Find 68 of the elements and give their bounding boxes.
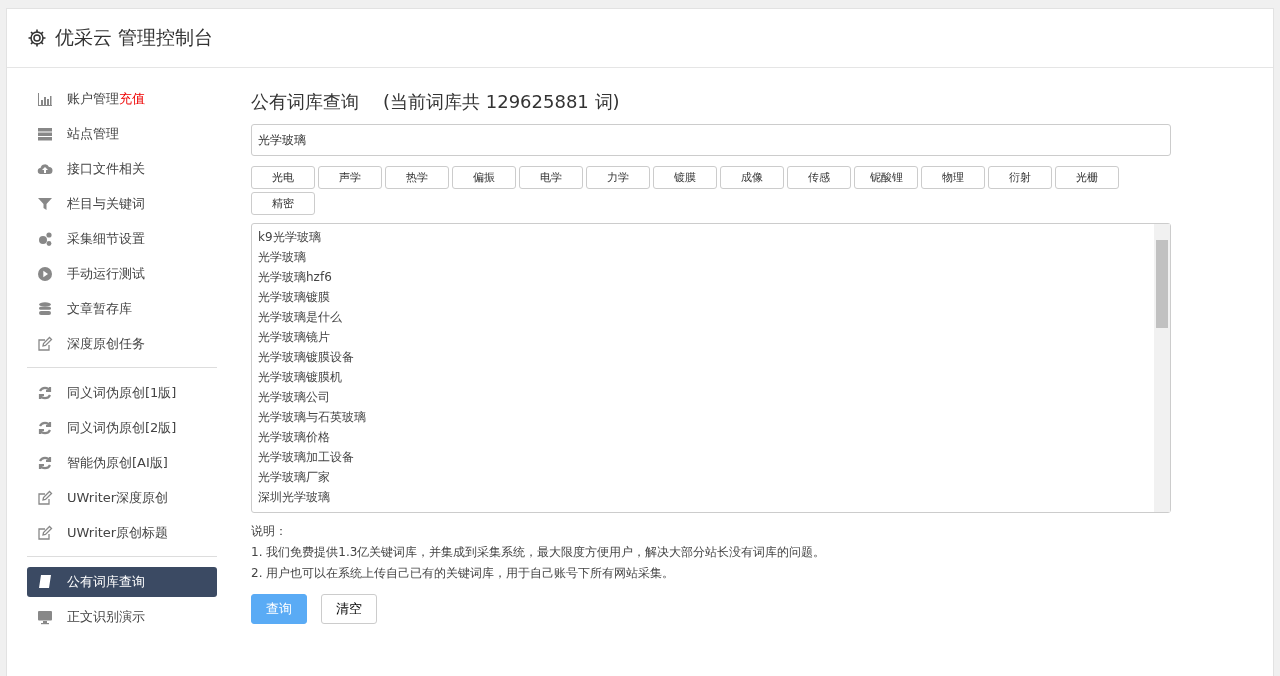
tag-button[interactable]: 热学 [385,166,449,189]
tag-button[interactable]: 传感 [787,166,851,189]
page-title: 公有词库查询 [251,90,359,114]
sidebar-item[interactable]: 同义词伪原创[2版] [27,413,217,443]
result-item[interactable]: 深圳光学玻璃 [258,487,1148,507]
result-item[interactable]: 光学玻璃镀膜机 [258,367,1148,387]
result-item[interactable]: 光学玻璃公司 [258,387,1148,407]
filter-icon [37,196,53,212]
word-count: (当前词库共 129625881 词) [383,90,620,114]
notes-title: 说明： [251,523,288,540]
tag-button[interactable]: 力学 [586,166,650,189]
server-icon [37,126,53,142]
result-item[interactable]: 光学玻璃厂家 [258,467,1148,487]
refresh-icon [37,420,53,436]
result-item[interactable]: 光学玻璃镜片 [258,327,1148,347]
note-text: 2. 用户也可以在系统上传自己已有的关键词库，用于自己账号下所有网站采集。 [251,565,676,582]
scrollbar[interactable] [1154,224,1170,512]
result-item[interactable]: 光学玻璃镀膜 [258,287,1148,307]
result-item[interactable]: k9光学玻璃 [258,227,1148,247]
sidebar-item[interactable]: 栏目与关键词 [27,189,217,219]
tag-button[interactable]: 镀膜 [653,166,717,189]
tag-button[interactable]: 光栅 [1055,166,1119,189]
sidebar-item[interactable]: 文章暂存库 [27,294,217,324]
result-item[interactable]: 光学玻璃与石英玻璃 [258,407,1148,427]
sidebar-item[interactable]: UWriter原创标题 [27,518,217,548]
tag-button[interactable]: 光电 [251,166,315,189]
monitor-icon [37,609,53,625]
result-item[interactable]: 光学玻璃 [258,247,1148,267]
sidebar-item[interactable]: 正文识别演示 [27,602,217,632]
database-icon [37,301,53,317]
sidebar-item[interactable]: 站点管理 [27,119,217,149]
header-title: 优采云 管理控制台 [55,25,214,50]
tag-button[interactable]: 精密 [251,192,315,215]
bar-chart-icon [37,91,53,107]
cloud-upload-icon [37,161,53,177]
result-item[interactable]: 光学玻璃hzf6 [258,267,1148,287]
note-text: 1. 我们免费提供1.3亿关键词库，并集成到采集系统，最大限度方便用户，解决大部分站长没有词库的问题。 [251,544,827,561]
result-item[interactable]: 光学玻璃镀膜设备 [258,347,1148,367]
recharge-link[interactable]: 充值 [119,91,145,106]
sidebar-item[interactable]: 公有词库查询 [27,567,217,597]
sidebar-item[interactable]: 手动运行测试 [27,259,217,289]
sidebar-item[interactable]: 深度原创任务 [27,329,217,359]
refresh-icon [37,385,53,401]
settings-icon [27,28,47,48]
tag-button[interactable]: 成像 [720,166,784,189]
sidebar-item[interactable]: 账户管理充值 [27,84,217,114]
clear-button[interactable]: 清空 [321,594,377,624]
refresh-icon [37,455,53,471]
tag-button[interactable]: 铌酸锂 [854,166,918,189]
play-icon [37,266,53,282]
result-item[interactable]: 光学玻璃价格 [258,427,1148,447]
tag-button[interactable]: 声学 [318,166,382,189]
book-icon [37,574,53,590]
result-item[interactable]: 光学玻璃加工设备 [258,447,1148,467]
sidebar-item[interactable]: UWriter深度原创 [27,483,217,513]
edit-icon [37,490,53,506]
sidebar-item[interactable]: 同义词伪原创[1版] [27,378,217,408]
sidebar-item[interactable]: 智能伪原创[AI版] [27,448,217,478]
sidebar-item[interactable]: 接口文件相关 [27,154,217,184]
edit-icon [37,525,53,541]
tag-button[interactable]: 物理 [921,166,985,189]
edit-icon [37,336,53,352]
tag-button[interactable]: 电学 [519,166,583,189]
search-field[interactable]: 光学玻璃 [251,124,1171,156]
tag-button[interactable]: 衍射 [988,166,1052,189]
result-item[interactable]: 光学玻璃是什么 [258,307,1148,327]
tag-button[interactable]: 偏振 [452,166,516,189]
sidebar-item[interactable]: 采集细节设置 [27,224,217,254]
